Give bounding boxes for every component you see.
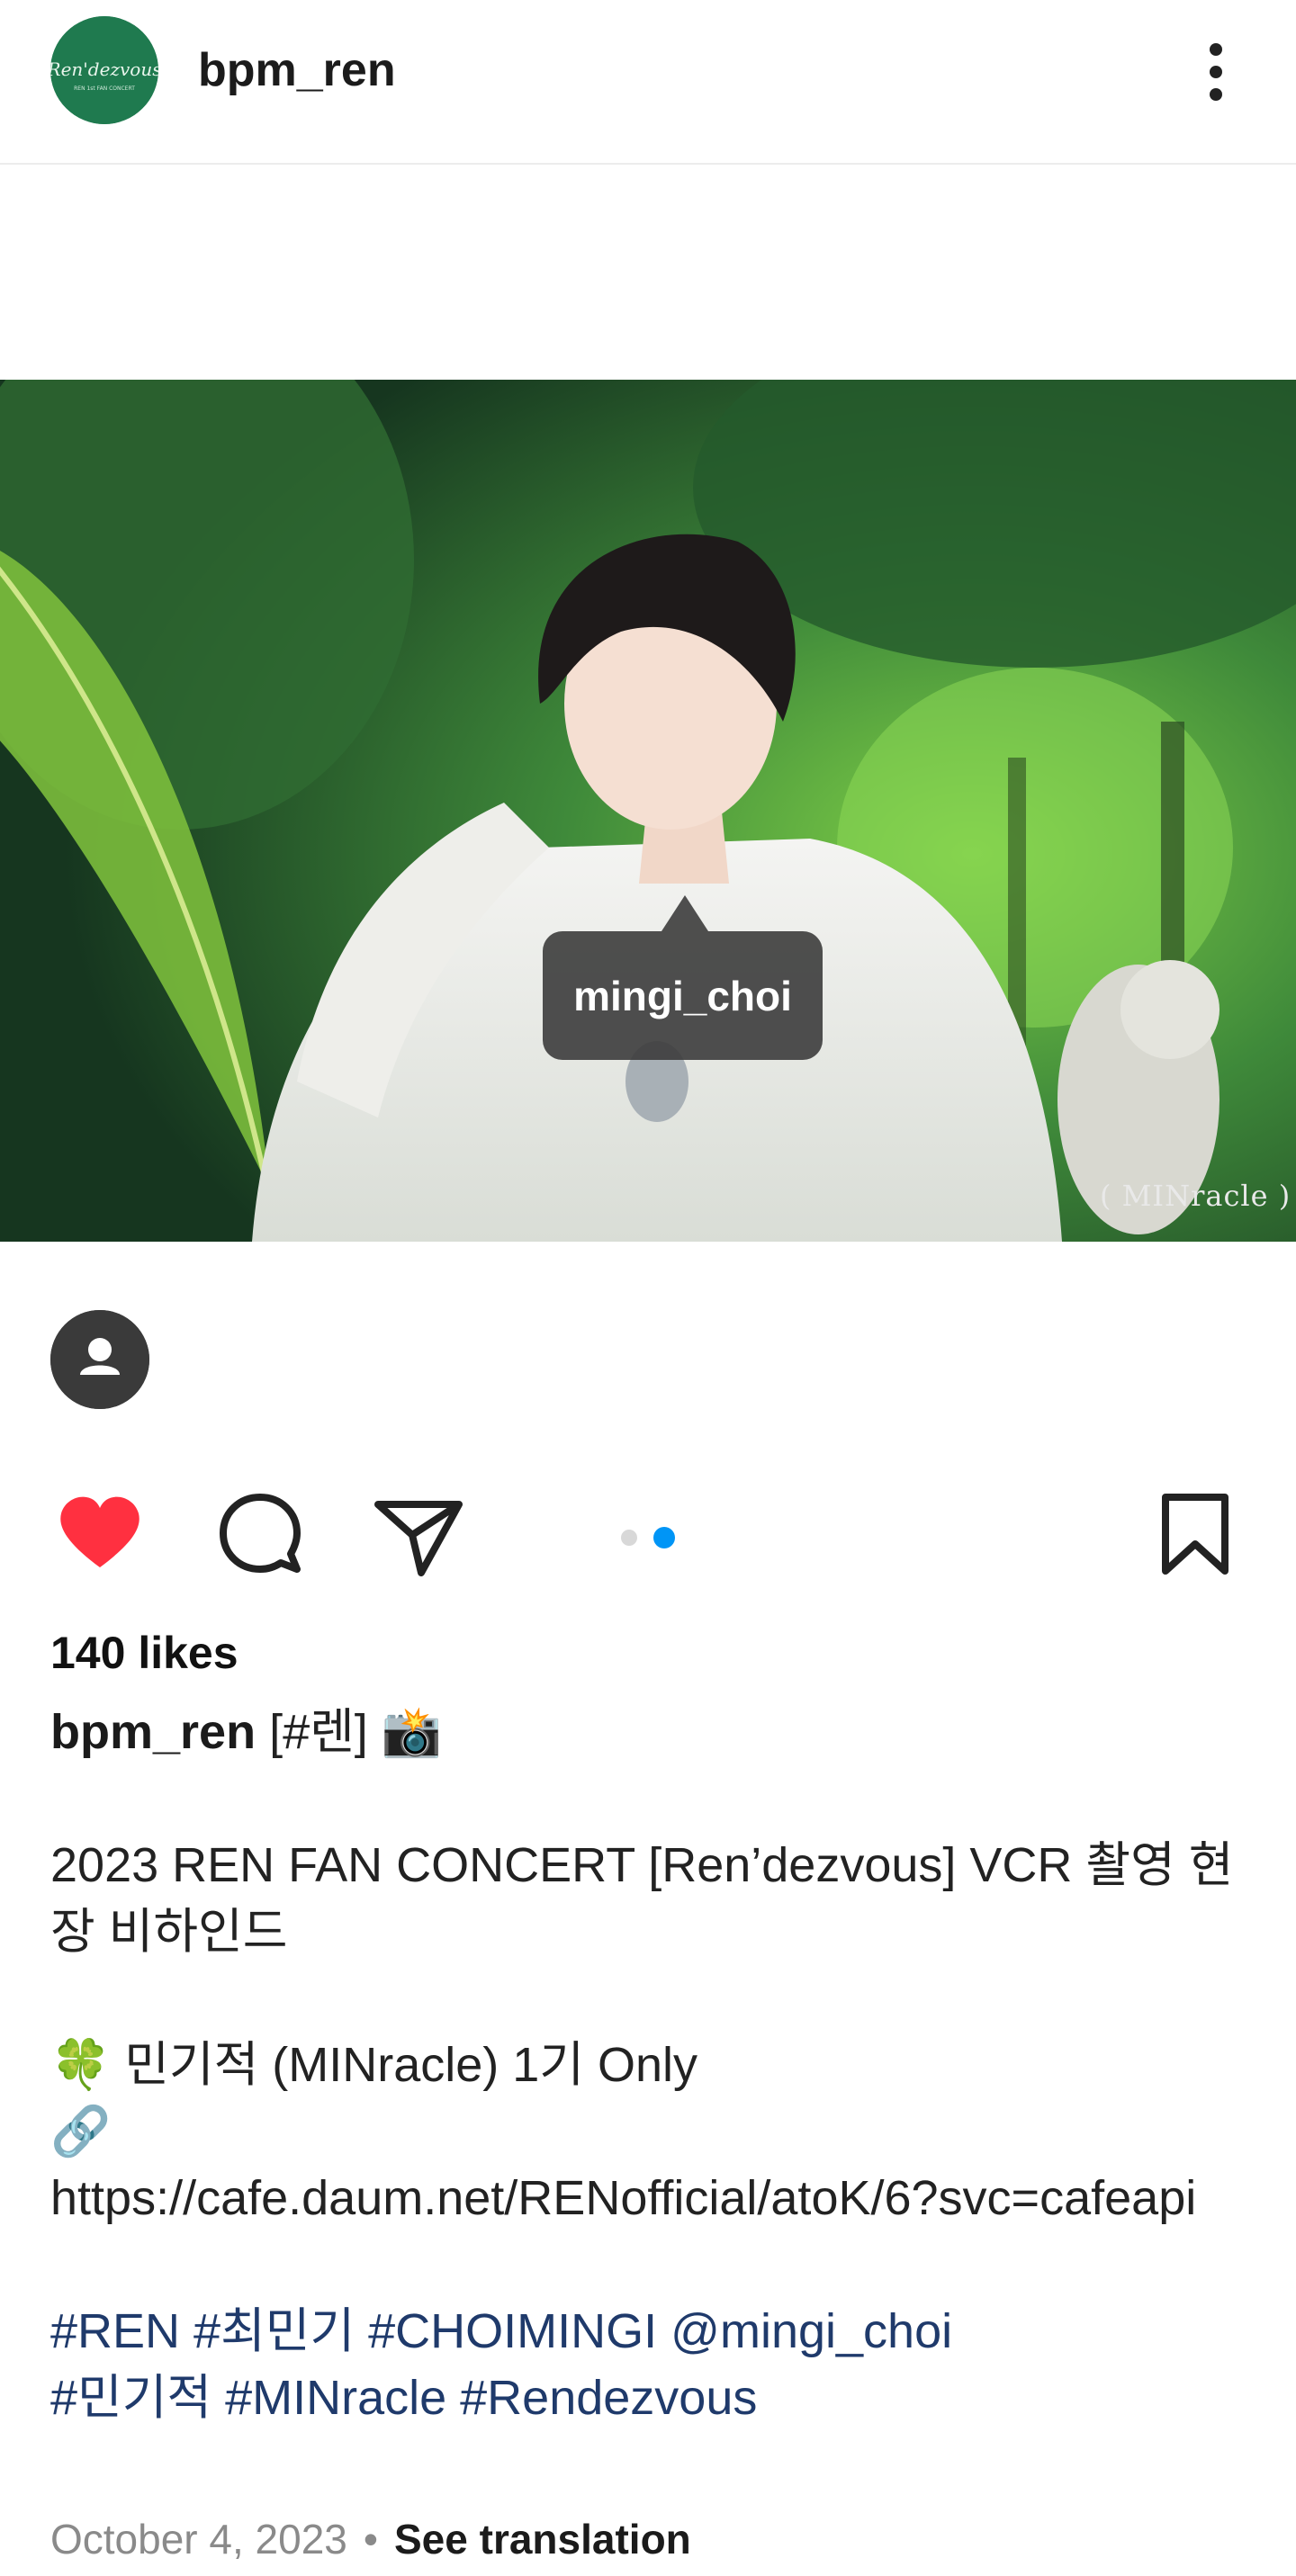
caption-tags-line2[interactable]: #민기적 #MINracle #Rendezvous	[50, 2371, 757, 2425]
separator-dot: •	[363, 2516, 378, 2563]
send-icon[interactable]	[369, 1485, 468, 1584]
post-photo[interactable]	[0, 380, 1296, 1242]
caption-first-line: [#렌] 📸	[256, 1705, 443, 1759]
photo-watermark: ( MINracle )	[1100, 1179, 1292, 1213]
username[interactable]: bpm_ren	[198, 43, 396, 97]
bookmark-icon[interactable]	[1146, 1485, 1245, 1584]
carousel-dot	[621, 1530, 637, 1546]
carousel-dot-active	[653, 1527, 676, 1548]
caption-tags-line1[interactable]: #REN #최민기 #CHOIMINGI @mingi_choi	[50, 2304, 952, 2358]
carousel-indicator	[621, 1527, 676, 1552]
svg-text:REN 1st FAN CONCERT: REN 1st FAN CONCERT	[74, 85, 135, 92]
avatar[interactable]: Ren'dezvous REN 1st FAN CONCERT	[50, 16, 158, 124]
more-vertical-icon[interactable]	[1193, 36, 1238, 108]
post-date: October 4, 2023	[50, 2516, 347, 2563]
user-tag-tooltip[interactable]: mingi_choi	[543, 895, 823, 1060]
post-header: Ren'dezvous REN 1st FAN CONCERT bpm_ren	[0, 0, 1296, 165]
post-caption: bpm_ren [#렌] 📸 2023 REN FAN CONCERT [Ren…	[50, 1699, 1247, 2431]
heart-filled-icon[interactable]	[50, 1485, 149, 1584]
svg-text:Ren'dezvous: Ren'dezvous	[50, 58, 158, 80]
comment-icon[interactable]	[211, 1485, 310, 1584]
caption-body: 2023 REN FAN CONCERT [Ren’dezvous] VCR 촬…	[50, 1838, 1234, 2225]
caption-username[interactable]: bpm_ren	[50, 1705, 256, 1759]
see-translation-link[interactable]: See translation	[394, 2516, 691, 2563]
post-date-row: October 4, 2023 • See translation	[50, 2515, 691, 2563]
tagged-people-button[interactable]	[50, 1310, 149, 1409]
likes-count[interactable]: 140 likes	[50, 1627, 238, 1679]
